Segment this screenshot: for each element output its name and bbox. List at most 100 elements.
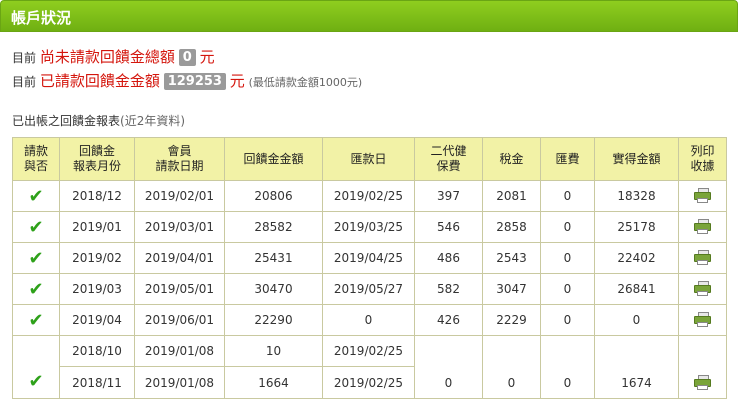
printer-icon[interactable] bbox=[694, 249, 711, 265]
printer-icon[interactable] bbox=[694, 218, 711, 234]
cell-fee: 0 bbox=[540, 211, 595, 243]
check-icon: ✔ bbox=[28, 185, 44, 207]
cell-net: 0 bbox=[594, 304, 679, 336]
table-row: ✔ 2018/12 2019/02/01 20806 2019/02/25 397 2081… bbox=[12, 180, 727, 212]
cell-tax: 2081 bbox=[482, 180, 541, 212]
check-icon: ✔ bbox=[28, 371, 44, 392]
panel-title: 帳戶狀況 bbox=[11, 9, 72, 27]
check-icon: ✔ bbox=[28, 247, 44, 269]
requested-check: ✔ bbox=[12, 242, 60, 274]
cell-remit-date: 2019/02/25 bbox=[322, 180, 415, 212]
unrequested-amount: 0 bbox=[178, 49, 196, 66]
requested-total-line: 目前 已請款回饋金金額 129253 元 (最低請款金額1000元) bbox=[12, 70, 362, 91]
cell-request-date: 2019/01/08 bbox=[134, 335, 225, 367]
cell-nhi: 397 bbox=[414, 180, 483, 212]
report-caption-sub: (近2年資料) bbox=[120, 114, 186, 128]
col-requested: 請款 與否 bbox=[12, 137, 60, 181]
cell-month: 2019/04 bbox=[59, 304, 135, 336]
cell-tax: 0 bbox=[482, 335, 541, 399]
cell-print bbox=[678, 242, 727, 274]
cell-net: 22402 bbox=[594, 242, 679, 274]
cell-fee: 0 bbox=[540, 335, 595, 399]
cell-remit-date: 0 bbox=[322, 304, 415, 336]
cell-amount: 25431 bbox=[224, 242, 323, 274]
cell-amount: 22290 bbox=[224, 304, 323, 336]
col-amount: 回饋金金額 bbox=[224, 137, 323, 181]
printer-icon[interactable] bbox=[694, 187, 711, 203]
unrequested-unit: 元 bbox=[199, 48, 215, 66]
table-row: ✔ 2019/02 2019/04/01 25431 2019/04/25 486 2543… bbox=[12, 242, 727, 274]
printer-icon[interactable] bbox=[694, 375, 711, 390]
col-remit-fee: 匯費 bbox=[540, 137, 595, 181]
cell-net: 25178 bbox=[594, 211, 679, 243]
col-report-month: 回饋金 報表月份 bbox=[59, 137, 135, 181]
cell-request-date: 2019/02/01 bbox=[134, 180, 225, 212]
cell-fee: 0 bbox=[540, 304, 595, 336]
cell-remit-date: 2019/02/25 bbox=[322, 366, 415, 399]
cell-print bbox=[678, 273, 727, 305]
check-icon: ✔ bbox=[28, 278, 44, 300]
cell-nhi: 582 bbox=[414, 273, 483, 305]
cell-amount: 28582 bbox=[224, 211, 323, 243]
printer-icon[interactable] bbox=[694, 280, 711, 296]
cell-month: 2018/10 bbox=[59, 335, 135, 367]
table-row: ✔ 2018/10 2019/01/08 10 2019/02/25 0 0 0 1674 bbox=[12, 335, 727, 399]
col-tax: 稅金 bbox=[482, 137, 541, 181]
printer-icon[interactable] bbox=[694, 311, 711, 327]
cell-month: 2018/11 bbox=[59, 366, 135, 399]
cell-nhi: 486 bbox=[414, 242, 483, 274]
requested-label: 已請款回饋金金額 bbox=[39, 72, 160, 90]
cell-amount: 20806 bbox=[224, 180, 323, 212]
unrequested-label: 尚未請款回饋金總額 bbox=[39, 48, 175, 66]
cell-tax: 3047 bbox=[482, 273, 541, 305]
cell-remit-date: 2019/03/25 bbox=[322, 211, 415, 243]
cell-tax: 2229 bbox=[482, 304, 541, 336]
cell-nhi: 426 bbox=[414, 304, 483, 336]
cell-remit-date: 2019/02/25 bbox=[322, 335, 415, 367]
report-caption-title: 已出帳之回饋金報表 bbox=[12, 114, 121, 128]
cell-net: 1674 bbox=[594, 335, 679, 399]
requested-check: ✔ bbox=[12, 180, 60, 212]
col-nhi-premium: 二代健 保費 bbox=[414, 137, 483, 181]
requested-check: ✔ bbox=[12, 211, 60, 243]
cell-fee: 0 bbox=[540, 242, 595, 274]
requested-check: ✔ bbox=[12, 335, 60, 399]
col-remit-date: 匯款日 bbox=[322, 137, 415, 181]
cell-tax: 2543 bbox=[482, 242, 541, 274]
cell-month: 2018/12 bbox=[59, 180, 135, 212]
unrequested-total-line: 目前 尚未請款回饋金總額 0 元 bbox=[12, 46, 215, 67]
cell-remit-date: 2019/04/25 bbox=[322, 242, 415, 274]
table-row: ✔ 2019/03 2019/05/01 30470 2019/05/27 582 3047… bbox=[12, 273, 727, 305]
col-print-receipt: 列印 收據 bbox=[678, 137, 727, 181]
table-row: ✔ 2019/04 2019/06/01 22290 0 426 2229 0 0 bbox=[12, 304, 727, 336]
cell-request-date: 2019/05/01 bbox=[134, 273, 225, 305]
cell-month: 2019/01 bbox=[59, 211, 135, 243]
unrequested-prefix: 目前 bbox=[12, 51, 37, 65]
cell-amount: 1664 bbox=[224, 366, 323, 399]
table-row: ✔ 2019/01 2019/03/01 28582 2019/03/25 546 2858… bbox=[12, 211, 727, 243]
check-icon: ✔ bbox=[28, 216, 44, 238]
cell-print bbox=[678, 335, 727, 399]
minimum-request-note: (最低請款金額1000元) bbox=[248, 76, 363, 89]
cell-print bbox=[678, 304, 727, 336]
requested-unit: 元 bbox=[229, 72, 245, 90]
panel-header: 帳戶狀況 bbox=[0, 0, 738, 32]
cell-request-date: 2019/03/01 bbox=[134, 211, 225, 243]
cell-remit-date: 2019/05/27 bbox=[322, 273, 415, 305]
check-icon: ✔ bbox=[28, 309, 44, 331]
col-request-date: 會員 請款日期 bbox=[134, 137, 225, 181]
cell-net: 18328 bbox=[594, 180, 679, 212]
rebate-report-table: 請款 與否 回饋金 報表月份 會員 請款日期 回饋金金額 匯款日 二代健 保費 稅金 匯… bbox=[12, 137, 727, 399]
requested-check: ✔ bbox=[12, 304, 60, 336]
cell-tax: 2858 bbox=[482, 211, 541, 243]
cell-print bbox=[678, 211, 727, 243]
report-caption: 已出帳之回饋金報表(近2年資料) bbox=[12, 112, 185, 129]
cell-print bbox=[678, 180, 727, 212]
requested-amount: 129253 bbox=[163, 73, 226, 90]
col-net-amount: 實得金額 bbox=[594, 137, 679, 181]
cell-request-date: 2019/04/01 bbox=[134, 242, 225, 274]
cell-amount: 10 bbox=[224, 335, 323, 367]
cell-nhi: 546 bbox=[414, 211, 483, 243]
cell-nhi: 0 bbox=[414, 335, 483, 399]
cell-month: 2019/03 bbox=[59, 273, 135, 305]
